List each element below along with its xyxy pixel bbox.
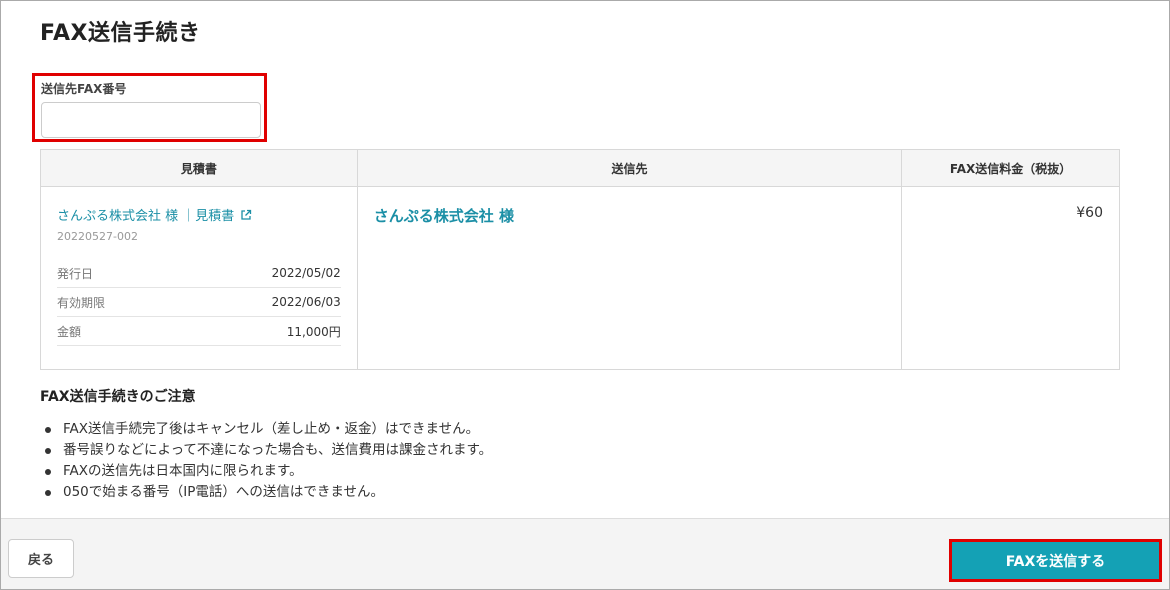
back-button[interactable]: 戻る bbox=[8, 539, 74, 578]
header-destination: 送信先 bbox=[356, 149, 903, 187]
fax-fee: ¥60 bbox=[1076, 205, 1103, 221]
notice-list: FAX送信手続完了後はキャンセル（差し止め・返金）はできません。 番号誤りなどに… bbox=[45, 419, 492, 503]
send-fax-button-highlight: FAXを送信する bbox=[949, 539, 1162, 582]
bullet-icon bbox=[45, 447, 51, 454]
list-item: FAXの送信先は日本国内に限られます。 bbox=[45, 461, 492, 482]
quote-link[interactable]: さんぷる株式会社 様 ｜見積書 bbox=[57, 205, 341, 224]
quote-meta: 発行日 2022/05/02 有効期限 2022/06/03 金額 11,000… bbox=[57, 259, 341, 346]
quote-cell: さんぷる株式会社 様 ｜見積書 20220527-002 発行日 2022/05… bbox=[40, 186, 358, 370]
header-fax-fee: FAX送信料金（税抜） bbox=[901, 149, 1120, 187]
fax-number-label: 送信先FAX番号 bbox=[41, 82, 127, 96]
quote-number: 20220527-002 bbox=[57, 230, 138, 243]
meta-value: 2022/05/02 bbox=[271, 266, 341, 280]
meta-value: 2022/06/03 bbox=[271, 295, 341, 309]
bullet-icon bbox=[45, 489, 51, 496]
quote-link-label: さんぷる株式会社 様 ｜見積書 bbox=[57, 209, 235, 224]
quote-table: 見積書 送信先 FAX送信料金（税抜） さんぷる株式会社 様 ｜見積書 2022… bbox=[40, 149, 1120, 370]
list-item: 番号誤りなどによって不達になった場合も、送信費用は課金されます。 bbox=[45, 440, 492, 461]
meta-row-issue-date: 発行日 2022/05/02 bbox=[57, 259, 341, 288]
table-row: さんぷる株式会社 様 ｜見積書 20220527-002 発行日 2022/05… bbox=[40, 186, 1120, 370]
meta-row-expiry: 有効期限 2022/06/03 bbox=[57, 288, 341, 317]
fee-cell: ¥60 bbox=[901, 186, 1120, 370]
fax-number-field-group: 送信先FAX番号 bbox=[32, 73, 267, 142]
notice-text: 番号誤りなどによって不達になった場合も、送信費用は課金されます。 bbox=[63, 442, 493, 458]
list-item: FAX送信手続完了後はキャンセル（差し止め・返金）はできません。 bbox=[45, 419, 492, 440]
notice-text: 050で始まる番号（IP電話）への送信はできません。 bbox=[63, 484, 384, 500]
meta-key: 金額 bbox=[57, 324, 82, 339]
destination-cell: さんぷる株式会社 様 bbox=[356, 186, 903, 370]
notice-title: FAX送信手続きのご注意 bbox=[40, 389, 196, 405]
meta-key: 発行日 bbox=[57, 266, 94, 281]
send-fax-button[interactable]: FAXを送信する bbox=[952, 542, 1159, 579]
meta-row-amount: 金額 11,000円 bbox=[57, 317, 341, 346]
fax-number-input[interactable] bbox=[41, 102, 261, 138]
footer-bar: 戻る FAXを送信する bbox=[1, 518, 1169, 589]
meta-value: 11,000円 bbox=[286, 324, 341, 339]
notice-text: FAX送信手続完了後はキャンセル（差し止め・返金）はできません。 bbox=[63, 421, 480, 437]
notice-text: FAXの送信先は日本国内に限られます。 bbox=[63, 463, 303, 479]
list-item: 050で始まる番号（IP電話）への送信はできません。 bbox=[45, 482, 492, 503]
meta-key: 有効期限 bbox=[57, 295, 106, 310]
destination-name: さんぷる株式会社 様 bbox=[373, 207, 514, 225]
bullet-icon bbox=[45, 426, 51, 433]
bullet-icon bbox=[45, 468, 51, 475]
header-quote: 見積書 bbox=[40, 149, 358, 187]
page-title: FAX送信手続き bbox=[40, 21, 201, 46]
external-link-icon bbox=[241, 209, 252, 220]
